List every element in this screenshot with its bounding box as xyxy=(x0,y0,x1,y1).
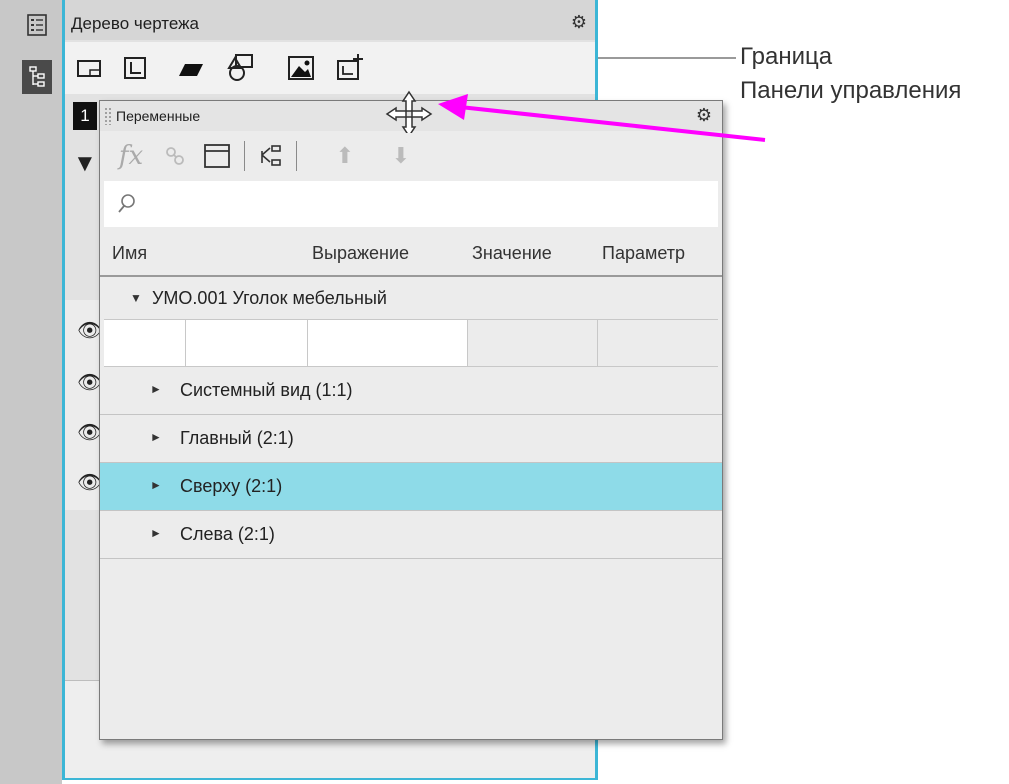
insert-fragment-icon[interactable] xyxy=(333,52,365,84)
list-item-selected[interactable]: ► Сверху (2:1) xyxy=(100,463,722,511)
hierarchy-icon[interactable] xyxy=(254,139,288,173)
pointer-arrow-icon xyxy=(438,94,766,142)
variables-panel: Переменные ⚙ fx ⬆ ⬇ Имя Выражение Значен… xyxy=(99,90,723,740)
move-up-icon[interactable]: ⬆ xyxy=(332,139,358,173)
search-icon xyxy=(118,194,135,213)
toolbar-separator xyxy=(244,141,245,171)
link-icon[interactable] xyxy=(160,139,190,173)
tree-icon xyxy=(29,66,45,87)
new-variable-row[interactable] xyxy=(104,319,718,367)
move-cursor-icon xyxy=(385,90,433,138)
callout-line xyxy=(598,57,736,59)
column-header-expression[interactable]: Выражение xyxy=(312,243,409,264)
filter-icon[interactable]: ▼ xyxy=(73,150,97,178)
callout-line1: Граница xyxy=(740,43,833,70)
edit-cell-expression[interactable] xyxy=(308,320,468,366)
tree-panel-title: Дерево чертежа xyxy=(71,14,199,33)
tree-panel-header: Дерево чертежа ⚙ xyxy=(65,0,595,40)
function-icon[interactable]: fx xyxy=(116,139,146,173)
sheet-number[interactable]: 1 xyxy=(73,102,97,130)
column-headers: Имя Выражение Значение Параметр xyxy=(100,231,722,275)
view-icon[interactable] xyxy=(119,52,151,84)
root-label: УМО.001 Уголок мебельный xyxy=(152,288,387,308)
root-row[interactable]: ▼ УМО.001 Уголок мебельный xyxy=(100,279,722,319)
edit-cell-marker[interactable] xyxy=(104,320,186,366)
list-item-label: Сверху (2:1) xyxy=(180,476,283,496)
list-item-label: Системный вид (1:1) xyxy=(180,380,353,400)
layer-icon[interactable] xyxy=(175,52,207,84)
list-item[interactable]: ► Слева (2:1) xyxy=(100,511,722,559)
column-header-value[interactable]: Значение xyxy=(472,243,552,264)
collapse-arrow-icon[interactable]: ▼ xyxy=(130,291,142,305)
move-down-icon[interactable]: ⬇ xyxy=(388,139,414,173)
expand-arrow-icon[interactable]: ► xyxy=(150,430,162,444)
edit-cell-name[interactable] xyxy=(186,320,308,366)
tree-panel-button[interactable] xyxy=(22,60,52,94)
column-header-parameter[interactable]: Параметр xyxy=(602,243,685,264)
tree-toolbar xyxy=(65,42,595,94)
variables-panel-title: Переменные xyxy=(116,108,201,124)
list-item[interactable]: ► Системный вид (1:1) xyxy=(100,367,722,415)
column-header-name[interactable]: Имя xyxy=(112,243,147,264)
table-view-icon[interactable] xyxy=(200,139,234,173)
edit-cell-value xyxy=(468,320,598,366)
shapes-icon[interactable] xyxy=(225,52,257,84)
sheet-icon[interactable] xyxy=(73,52,105,84)
list-item-label: Главный (2:1) xyxy=(180,428,294,448)
edit-cell-parameter xyxy=(598,320,718,366)
search-input[interactable] xyxy=(104,181,718,227)
list-item-label: Слева (2:1) xyxy=(180,524,275,544)
expand-arrow-icon[interactable]: ► xyxy=(150,526,162,540)
header-divider xyxy=(100,275,722,277)
expand-arrow-icon[interactable]: ► xyxy=(150,382,162,396)
left-sidebar-strip xyxy=(0,0,62,784)
gear-icon[interactable]: ⚙ xyxy=(571,12,587,33)
image-icon[interactable] xyxy=(285,52,317,84)
drag-grip-icon[interactable] xyxy=(104,107,112,125)
list-item[interactable]: ► Главный (2:1) xyxy=(100,415,722,463)
properties-icon xyxy=(27,14,47,36)
properties-panel-button[interactable] xyxy=(22,8,52,42)
expand-arrow-icon[interactable]: ► xyxy=(150,478,162,492)
toolbar-separator xyxy=(296,141,297,171)
